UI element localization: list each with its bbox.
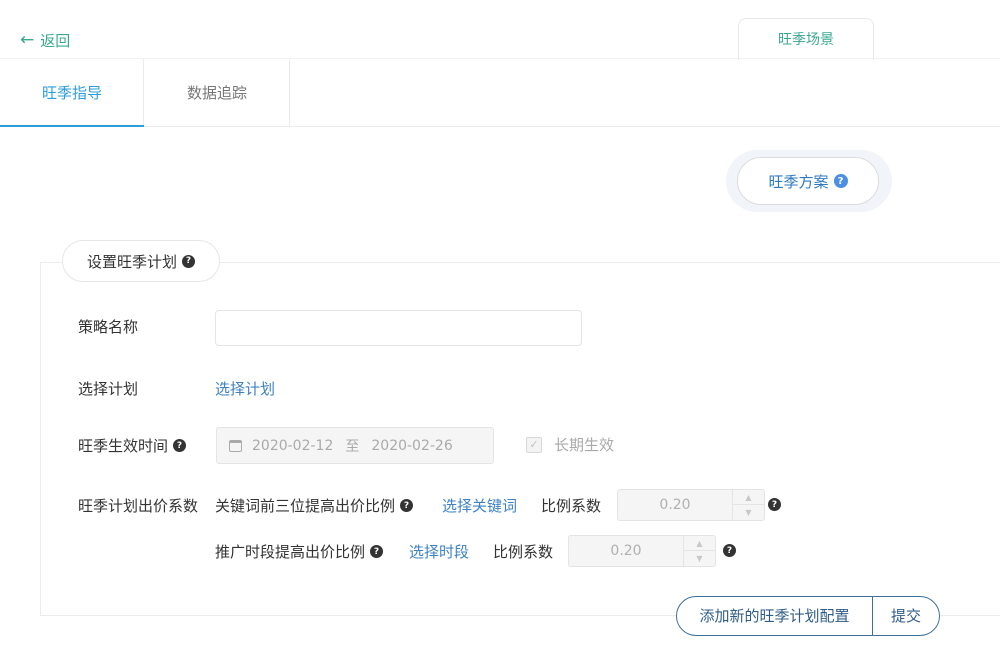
plan-button-halo: 旺季方案 ? bbox=[726, 150, 892, 212]
scene-tab[interactable]: 旺季场景 bbox=[738, 18, 874, 60]
chevron-up-icon[interactable]: ▲ bbox=[733, 490, 764, 505]
chevron-down-icon[interactable]: ▼ bbox=[733, 505, 764, 520]
keyword-ratio-value[interactable]: 0.20 bbox=[618, 490, 732, 520]
date-separator: 至 bbox=[345, 438, 360, 455]
effective-time-label-text: 旺季生效时间 bbox=[78, 437, 169, 455]
time-ratio-stepper[interactable]: 0.20 ▲ ▼ bbox=[568, 535, 716, 567]
select-plan-label: 选择计划 bbox=[78, 380, 139, 398]
effective-time-label: 旺季生效时间 ? bbox=[78, 435, 187, 456]
tab-data-tracking[interactable]: 数据追踪 bbox=[144, 59, 290, 127]
time-ratio-label: 比例系数 bbox=[493, 543, 554, 561]
keyword-top3-label-text: 关键词前三位提高出价比例 bbox=[215, 497, 396, 515]
time-slot-label-text: 推广时段提高出价比例 bbox=[215, 543, 366, 561]
card-title-text: 设置旺季计划 bbox=[87, 252, 178, 271]
back-label: 返回 bbox=[40, 32, 71, 50]
date-start: 2020-02-12 bbox=[252, 437, 334, 454]
season-plan-label: 旺季方案 bbox=[768, 172, 829, 191]
help-icon[interactable]: ? bbox=[723, 544, 736, 557]
help-icon[interactable]: ? bbox=[768, 498, 781, 511]
active-tab-indicator bbox=[0, 125, 144, 127]
time-slot-label: 推广时段提高出价比例 ? bbox=[215, 541, 384, 562]
time-ratio-value[interactable]: 0.20 bbox=[569, 536, 683, 566]
long-term-label: 长期生效 bbox=[554, 436, 615, 454]
action-button-group: 添加新的旺季计划配置 提交 bbox=[676, 596, 940, 636]
long-term-checkbox[interactable]: ✓ bbox=[526, 437, 542, 453]
card-title: 设置旺季计划 ? bbox=[62, 240, 221, 282]
date-range-picker[interactable]: 2020-02-12 至 2020-02-26 bbox=[216, 427, 494, 464]
select-time-link[interactable]: 选择时段 bbox=[409, 541, 469, 562]
keyword-ratio-label: 比例系数 bbox=[541, 497, 602, 515]
back-link[interactable]: ← 返回 bbox=[20, 30, 70, 51]
stepper-controls: ▲ ▼ bbox=[732, 490, 764, 520]
stepper-controls: ▲ ▼ bbox=[683, 536, 715, 566]
help-icon[interactable]: ? bbox=[370, 545, 384, 558]
help-icon[interactable]: ? bbox=[400, 499, 414, 512]
strategy-name-input[interactable] bbox=[215, 310, 582, 346]
season-plan-button[interactable]: 旺季方案 ? bbox=[737, 157, 879, 205]
help-icon[interactable]: ? bbox=[173, 439, 187, 452]
keyword-ratio-stepper[interactable]: 0.20 ▲ ▼ bbox=[617, 489, 765, 521]
select-plan-link[interactable]: 选择计划 bbox=[215, 378, 275, 399]
date-end: 2020-02-26 bbox=[371, 437, 453, 454]
tab-divider bbox=[289, 59, 290, 127]
add-season-config-button[interactable]: 添加新的旺季计划配置 bbox=[677, 597, 873, 635]
help-icon[interactable]: ? bbox=[833, 174, 848, 188]
arrow-left-icon: ← bbox=[20, 30, 35, 50]
keyword-top3-label: 关键词前三位提高出价比例 ? bbox=[215, 495, 414, 516]
select-keyword-link[interactable]: 选择关键词 bbox=[442, 495, 517, 516]
help-icon[interactable]: ? bbox=[182, 254, 196, 268]
tab-season-guide[interactable]: 旺季指导 bbox=[0, 59, 144, 127]
calendar-icon bbox=[229, 439, 242, 452]
strategy-name-label: 策略名称 bbox=[78, 318, 139, 336]
top-bar: ← 返回 旺季场景 bbox=[0, 0, 1000, 60]
chevron-down-icon[interactable]: ▼ bbox=[684, 551, 715, 566]
chevron-up-icon[interactable]: ▲ bbox=[684, 536, 715, 551]
bid-coefficient-label: 旺季计划出价系数 bbox=[78, 497, 199, 515]
submit-button[interactable]: 提交 bbox=[873, 597, 939, 635]
tab-bar: 旺季指导 数据追踪 bbox=[0, 59, 1000, 127]
